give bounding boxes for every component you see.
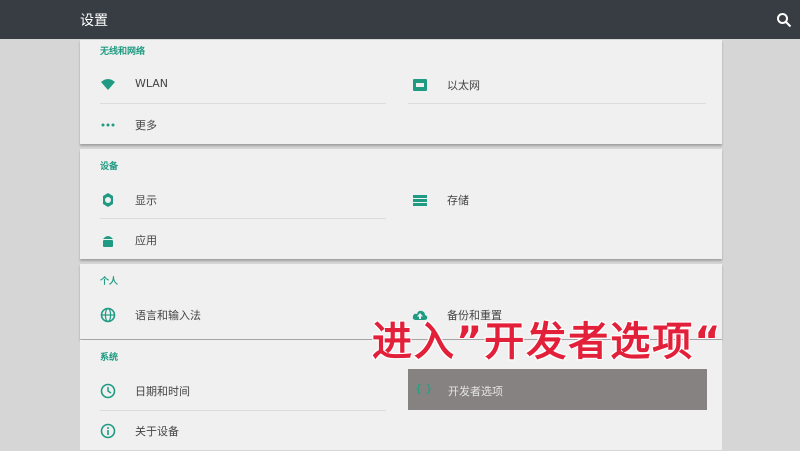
section-device: 设备 显示 存储 应用: [80, 149, 722, 259]
brightness-icon: [103, 193, 113, 207]
setting-label: 显示: [135, 194, 157, 207]
setting-storage[interactable]: 存储: [392, 180, 706, 220]
section-title-device: 设备: [100, 162, 119, 172]
ethernet-icon: [413, 79, 427, 91]
annotation-caption: 进入”开发者选项“: [372, 319, 723, 365]
info-icon: [100, 423, 116, 439]
setting-label: 以太网: [447, 79, 480, 92]
setting-ethernet[interactable]: 以太网: [392, 65, 706, 105]
setting-wlan[interactable]: WLAN: [80, 65, 390, 105]
globe-icon: [100, 307, 116, 323]
setting-label: WLAN: [135, 77, 169, 90]
storage-icon: [413, 195, 427, 206]
divider: [408, 103, 706, 104]
setting-label: 存储: [447, 194, 469, 207]
setting-datetime[interactable]: 日期和时间: [80, 371, 390, 411]
setting-developer-options[interactable]: { } 开发者选项: [408, 369, 707, 410]
setting-label: 更多: [135, 119, 157, 132]
setting-apps[interactable]: 应用: [80, 220, 390, 260]
section-title-personal: 个人: [100, 277, 119, 287]
setting-label: 日期和时间: [135, 385, 190, 398]
divider: [100, 218, 386, 219]
clock-icon: [100, 383, 116, 399]
setting-display[interactable]: 显示: [80, 180, 390, 220]
wifi-icon: [101, 79, 115, 90]
app-bar: 设置: [0, 0, 800, 39]
setting-label: 语言和输入法: [135, 309, 201, 322]
setting-about[interactable]: 关于设备: [80, 411, 390, 451]
section-wireless: 无线和网络 WLAN 以太网 更多: [80, 40, 722, 144]
divider: [100, 103, 386, 104]
android-icon: [103, 236, 113, 247]
section-title-system: 系统: [100, 353, 119, 363]
setting-language[interactable]: 语言和输入法: [80, 295, 390, 335]
setting-label: 关于设备: [135, 425, 179, 438]
setting-label: 开发者选项: [448, 385, 503, 398]
section-title-wireless: 无线和网络: [100, 47, 146, 57]
setting-label: 应用: [135, 234, 157, 247]
code-braces-icon: { }: [415, 382, 433, 395]
page-title: 设置: [80, 13, 108, 29]
search-icon[interactable]: [776, 12, 792, 28]
more-dots-icon: [101, 123, 115, 127]
setting-more[interactable]: 更多: [80, 105, 390, 145]
